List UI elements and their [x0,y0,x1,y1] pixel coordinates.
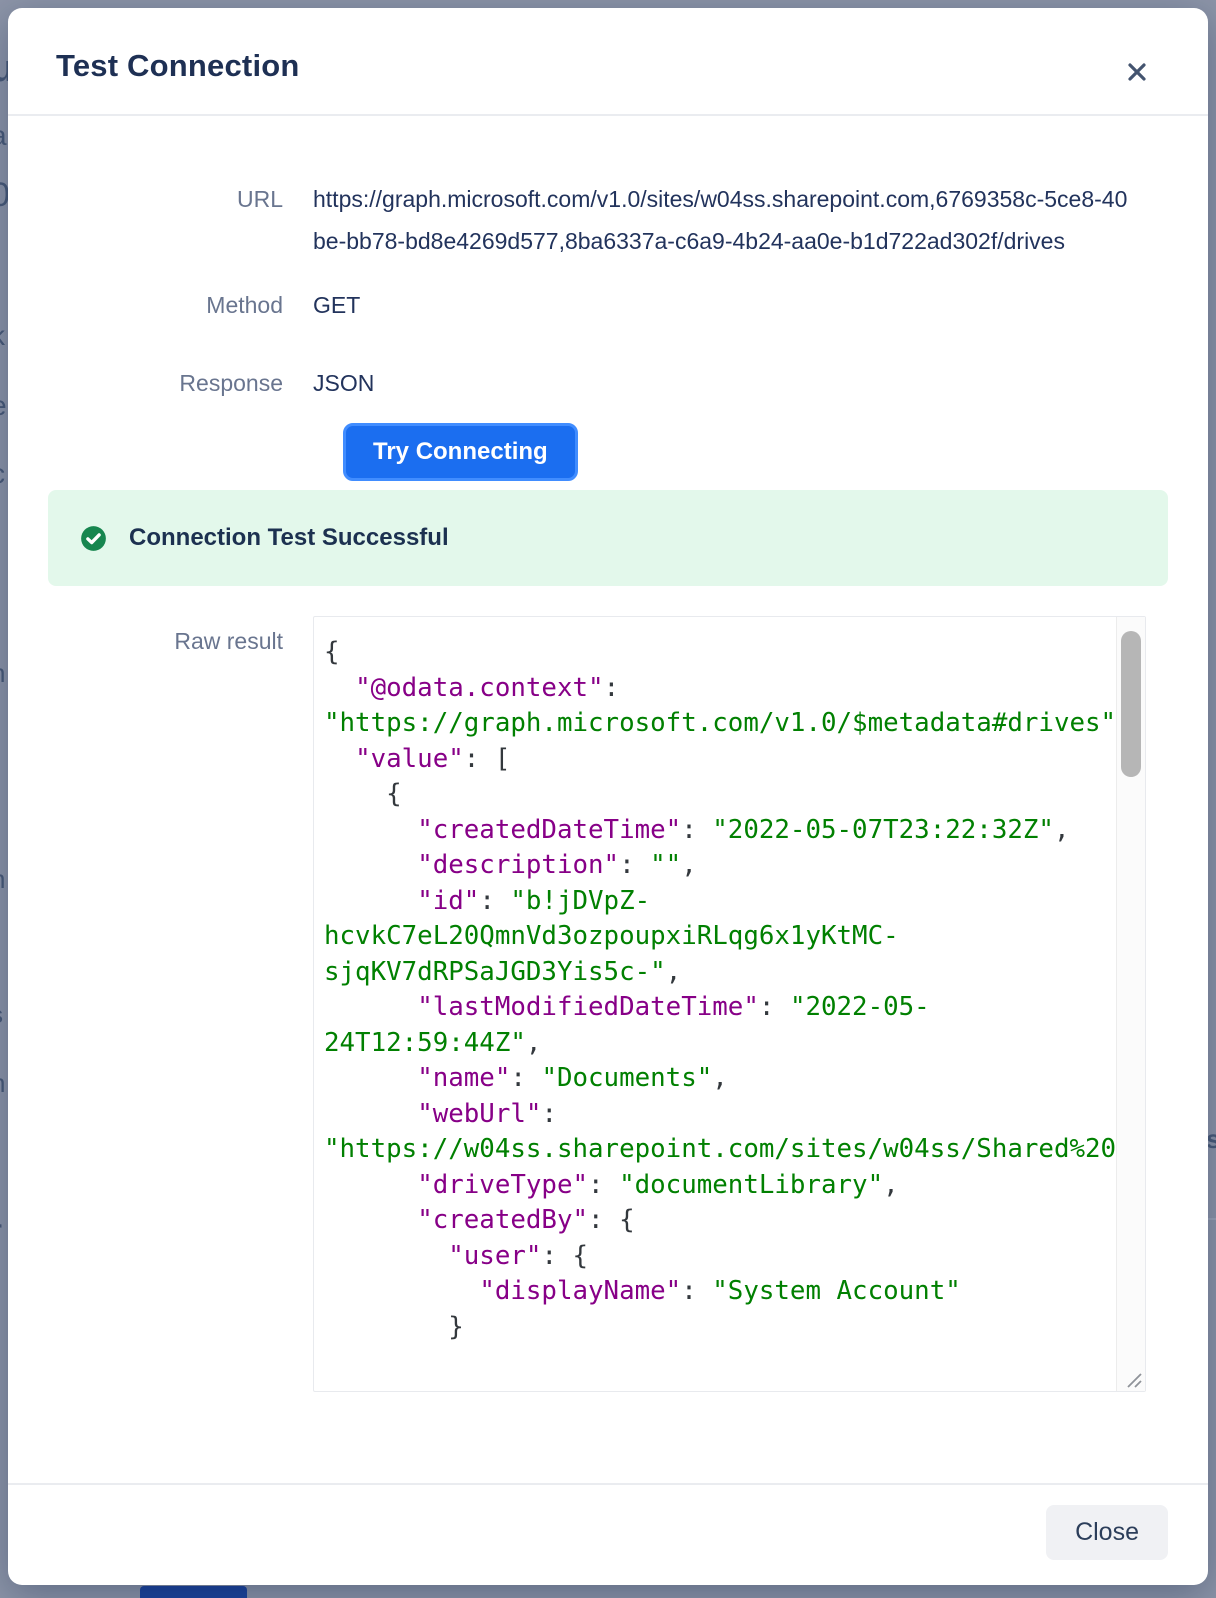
backdrop-text-fragment: s [0,1004,3,1028]
close-button[interactable] [1122,54,1158,90]
code-line: 24T12:59:44Z", [324,1026,1116,1062]
close-icon [1122,57,1158,87]
code-line: sjqKV7dRPSaJGD3Yis5c-", [324,955,1116,991]
success-banner-text: Connection Test Successful [129,524,449,552]
raw-result-label: Raw result [48,616,313,662]
code-line: "driveType": "documentLibrary", [324,1168,1116,1204]
backdrop-text-fragment: 0 [0,178,8,212]
backdrop-button-edge [140,1586,247,1598]
backdrop-text-fragment: r [0,1216,2,1244]
try-connecting-row: Try Connecting [343,423,1168,481]
code-line: "displayName": "System Account" [324,1274,1116,1310]
scrollbar-track[interactable] [1116,617,1145,1391]
method-label: Method [48,284,313,326]
check-circle-icon [80,525,107,552]
test-connection-modal: Test Connection URL https://graph.micros… [8,8,1208,1585]
code-line: "value": [ [324,742,1116,778]
code-line: { [324,635,1116,671]
code-line: "name": "Documents", [324,1061,1116,1097]
resize-grip-icon[interactable] [1124,1370,1144,1390]
try-connecting-button[interactable]: Try Connecting [343,423,578,481]
code-line: { [324,777,1116,813]
modal-header: Test Connection [8,8,1208,116]
url-label: URL [48,178,313,220]
field-row-url: URL https://graph.microsoft.com/v1.0/sit… [48,178,1168,262]
code-line: "createdBy": { [324,1203,1116,1239]
modal-footer: Close [8,1483,1208,1585]
code-line: "https://w04ss.sharepoint.com/sites/w04s… [324,1132,1116,1168]
backdrop-text-fragment: n [0,1070,5,1096]
modal-title: Test Connection [56,48,1160,84]
modal-body: URL https://graph.microsoft.com/v1.0/sit… [8,116,1208,1483]
raw-result-textarea[interactable]: { "@odata.context":"https://graph.micros… [313,616,1146,1392]
raw-result-code[interactable]: { "@odata.context":"https://graph.micros… [314,617,1116,1391]
backdrop-text-fragment: e [0,392,7,420]
footer-close-button[interactable]: Close [1046,1505,1168,1560]
backdrop-text-fragment: s [1208,1126,1216,1152]
raw-result-row: Raw result { "@odata.context":"https://g… [48,616,1168,1392]
success-banner: Connection Test Successful [48,490,1168,586]
backdrop-text-fragment: u [0,50,8,88]
code-line: "id": "b!jDVpZ- [324,884,1116,920]
code-line: "description": "", [324,848,1116,884]
code-line: "https://graph.microsoft.com/v1.0/$metad… [324,706,1116,742]
response-value: JSON [313,362,374,404]
backdrop-text-fragment: c [0,460,5,488]
backdrop-text-fragment: n [0,660,5,686]
code-line: hcvkC7eL20QmnVd3ozpoupxiRLqg6x1yKtMC- [324,919,1116,955]
code-line: "createdDateTime": "2022-05-07T23:22:32Z… [324,813,1116,849]
backdrop-text-fragment: a [0,122,7,150]
code-line: "webUrl": [324,1097,1116,1133]
code-line: "lastModifiedDateTime": "2022-05- [324,990,1116,1026]
code-line: "@odata.context": [324,671,1116,707]
backdrop-left-strip: ua0tkecnnsnrl [0,0,8,1598]
response-label: Response [48,362,313,404]
scrollbar-thumb[interactable] [1121,631,1141,777]
method-value: GET [313,284,360,326]
code-line: } [324,1310,1116,1346]
field-row-method: Method GET [48,284,1168,326]
backdrop-text-fragment: k [0,322,5,350]
backdrop-text-fragment: n [0,866,5,892]
backdrop-divider [1208,1218,1216,1220]
field-row-response: Response JSON [48,362,1168,404]
url-value: https://graph.microsoft.com/v1.0/sites/w… [313,178,1131,262]
code-line: "user": { [324,1239,1116,1275]
backdrop-right-strip: s [1208,0,1216,1598]
